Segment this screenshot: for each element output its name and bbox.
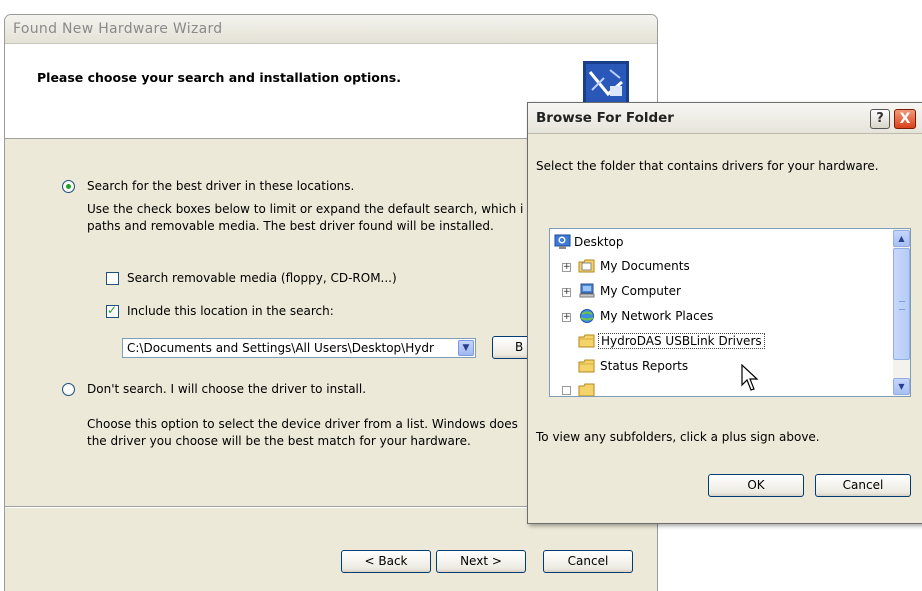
dont-search-description-1: Choose this option to select the device … <box>87 417 518 431</box>
cancel-button[interactable]: Cancel <box>543 550 633 573</box>
wizard-title: Found New Hardware Wizard <box>13 21 223 37</box>
wizard-title-bar[interactable]: Found New Hardware Wizard <box>5 15 657 44</box>
location-path-value: C:\Documents and Settings\All Users\Desk… <box>127 341 434 355</box>
tree-item-partial[interactable] <box>554 381 884 396</box>
removable-media-checkbox[interactable] <box>106 272 119 285</box>
removable-media-label[interactable]: Search removable media (floppy, CD-ROM..… <box>127 271 397 285</box>
computer-icon <box>579 283 595 298</box>
tree-item-hydrodas-usblink-drivers[interactable]: HydroDAS USBLink Drivers <box>554 332 884 352</box>
folder-icon <box>578 383 595 396</box>
chevron-down-icon[interactable]: ▼ <box>458 340 474 356</box>
scrollbar-thumb[interactable] <box>893 248 910 360</box>
tree-item-my-computer[interactable]: + My Computer <box>554 282 884 302</box>
dont-search-description-2: the driver you choose will be the best m… <box>87 434 471 448</box>
scroll-up-icon[interactable]: ▲ <box>893 230 910 247</box>
dont-search-option-radio[interactable] <box>62 383 75 396</box>
folder-documents-icon <box>578 259 595 273</box>
wizard-header-title: Please choose your search and installati… <box>37 70 401 85</box>
next-button[interactable]: Next > <box>436 550 526 573</box>
search-option-description-2: paths and removable media. The best driv… <box>87 219 494 233</box>
search-option-description-1: Use the check boxes below to limit or ex… <box>87 202 524 216</box>
expand-plus-icon[interactable]: + <box>562 313 571 322</box>
browse-instruction: Select the folder that contains drivers … <box>536 159 879 173</box>
expand-plus-icon[interactable]: + <box>562 263 571 272</box>
browse-title: Browse For Folder <box>536 110 674 126</box>
dont-search-option-label[interactable]: Don't search. I will choose the driver t… <box>87 382 366 396</box>
include-location-label[interactable]: Include this location in the search: <box>127 304 334 318</box>
folder-icon <box>578 334 595 348</box>
close-button[interactable]: X <box>894 109 916 129</box>
browse-cancel-button[interactable]: Cancel <box>815 474 911 497</box>
search-option-radio[interactable] <box>62 180 75 193</box>
desktop-icon <box>554 234 571 249</box>
tree-item-my-documents[interactable]: + My Documents <box>554 257 884 277</box>
tree-item-my-network-places[interactable]: + My Network Places <box>554 307 884 327</box>
hardware-wizard-icon <box>583 61 629 107</box>
folder-tree-view[interactable]: Desktop + My Documents + My Computer + M… <box>549 228 911 397</box>
browse-hint: To view any subfolders, click a plus sig… <box>536 430 820 444</box>
back-button[interactable]: < Back <box>341 550 431 573</box>
scrollbar-grip-icon <box>899 301 905 310</box>
tree-item-desktop[interactable]: Desktop <box>554 233 884 253</box>
include-location-checkbox[interactable] <box>106 303 119 318</box>
scroll-down-icon[interactable]: ▼ <box>893 378 910 395</box>
expand-plus-icon[interactable] <box>562 386 571 395</box>
network-icon <box>580 309 594 323</box>
tree-vertical-scrollbar[interactable]: ▲ ▼ <box>893 229 910 396</box>
browse-for-folder-dialog: Browse For Folder ? X Select the folder … <box>527 102 922 524</box>
ok-button[interactable]: OK <box>708 474 804 497</box>
tree-item-status-reports[interactable]: Status Reports <box>554 357 884 377</box>
folder-icon <box>578 359 595 373</box>
help-button[interactable]: ? <box>870 109 890 129</box>
mouse-pointer-icon <box>741 364 759 391</box>
search-option-label[interactable]: Search for the best driver in these loca… <box>87 179 354 193</box>
location-path-combobox[interactable]: C:\Documents and Settings\All Users\Desk… <box>122 338 476 358</box>
browse-title-bar[interactable]: Browse For Folder ? X <box>528 103 922 134</box>
expand-plus-icon[interactable]: + <box>562 288 571 297</box>
